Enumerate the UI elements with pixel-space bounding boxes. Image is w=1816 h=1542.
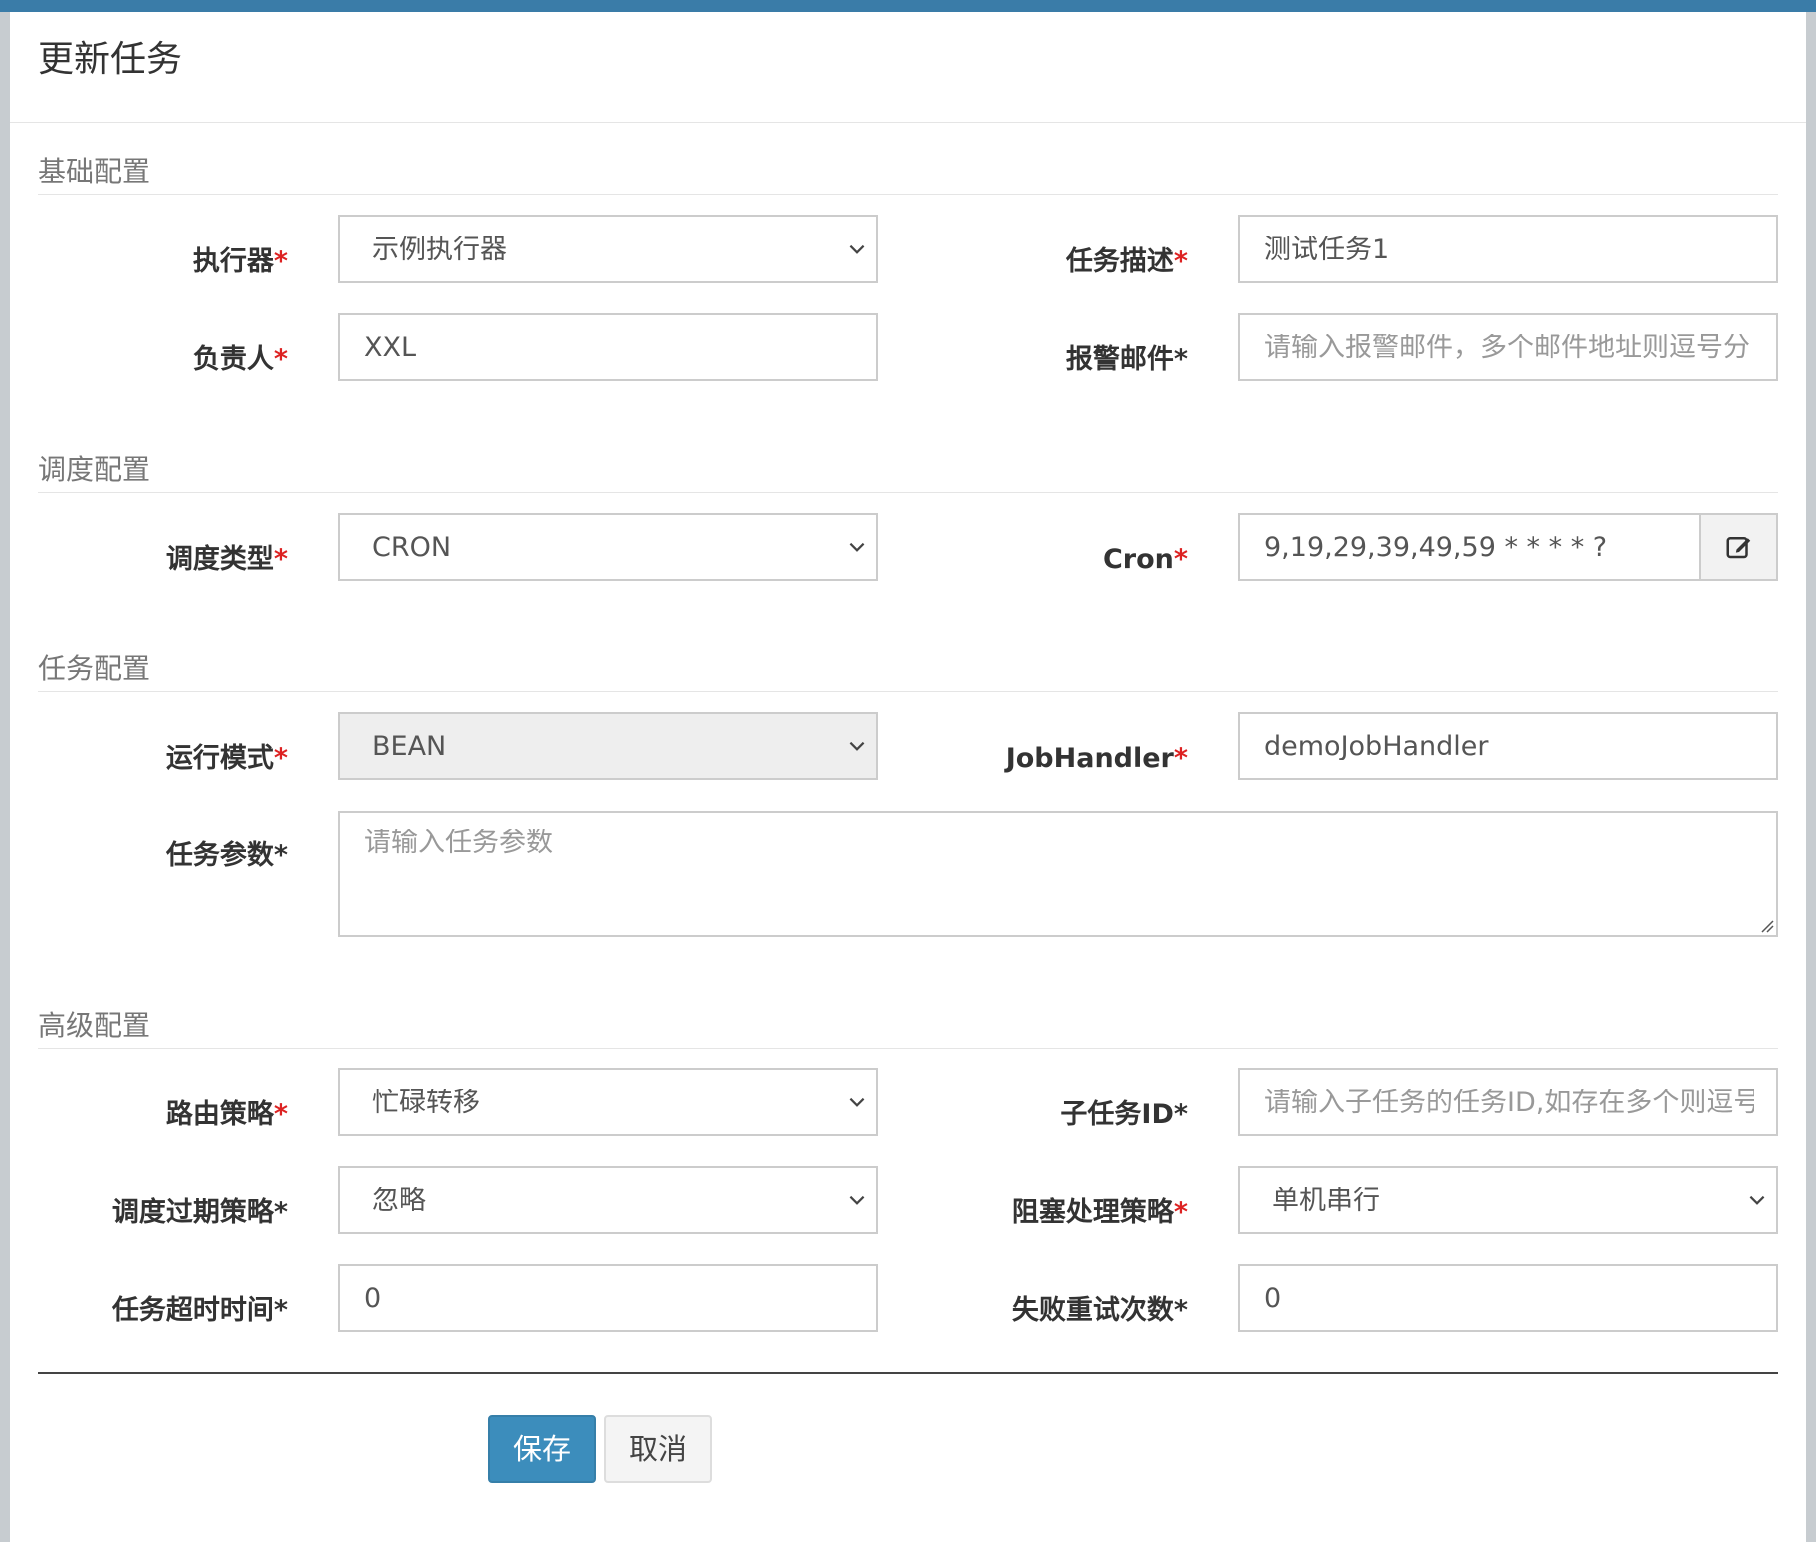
job-handler-value: demoJobHandler (1264, 732, 1489, 760)
author-value: XXL (364, 333, 417, 361)
route-strategy-value: 忙碌转移 (372, 1088, 480, 1116)
author-label: 负责人* (192, 344, 288, 375)
section-schedule-config: 调度配置 (38, 456, 1778, 493)
executor-select-value: 示例执行器 (372, 235, 507, 263)
job-handler-input[interactable]: demoJobHandler (1238, 712, 1778, 780)
background-page-right (1806, 12, 1816, 1542)
block-strategy-select[interactable]: 单机串行 (1238, 1166, 1778, 1234)
timeout-label: 任务超时时间* (111, 1295, 288, 1326)
section-advanced-config: 高级配置 (38, 1012, 1778, 1049)
alarm-email-label: 报警邮件* (1065, 344, 1188, 375)
child-job-id-label: 子任务ID* (1060, 1099, 1188, 1130)
run-mode-select[interactable]: BEAN (338, 712, 878, 780)
cron-edit-button[interactable] (1699, 513, 1778, 581)
update-task-modal: 更新任务 基础配置 执行器* 示例执行器 任务描述* 测试任务1 负责人* XX… (10, 12, 1806, 1542)
chevron-down-icon (849, 244, 865, 254)
alarm-email-input[interactable]: 请输入报警邮件，多个邮件地址则逗号分 (1238, 313, 1778, 381)
run-mode-value: BEAN (372, 732, 447, 760)
timeout-input[interactable]: 0 (338, 1264, 878, 1332)
job-desc-input[interactable]: 测试任务1 (1238, 215, 1778, 283)
footer-divider (38, 1372, 1778, 1374)
run-mode-label: 运行模式* (165, 743, 288, 774)
section-basic-config: 基础配置 (38, 158, 1778, 195)
chevron-down-icon (849, 542, 865, 552)
job-desc-label: 任务描述* (1065, 246, 1188, 277)
schedule-type-value: CRON (372, 533, 452, 561)
app-top-bar (0, 0, 1816, 12)
job-handler-label: JobHandler* (1005, 743, 1188, 774)
job-param-placeholder: 请输入任务参数 (364, 829, 553, 856)
section-task-config: 任务配置 (38, 655, 1778, 692)
chevron-down-icon (849, 1195, 865, 1205)
block-strategy-value: 单机串行 (1272, 1186, 1380, 1214)
block-strategy-label: 阻塞处理策略* (1011, 1197, 1188, 1228)
cancel-button[interactable]: 取消 (604, 1415, 712, 1483)
child-job-id-input[interactable]: 请输入子任务的任务ID,如存在多个则逗号分隔 (1238, 1068, 1778, 1136)
author-input[interactable]: XXL (338, 313, 878, 381)
alarm-email-placeholder: 请输入报警邮件，多个邮件地址则逗号分 (1264, 333, 1750, 361)
chevron-down-icon (849, 741, 865, 751)
route-strategy-label: 路由策略* (165, 1099, 288, 1130)
modal-title: 更新任务 (38, 39, 183, 80)
schedule-type-select[interactable]: CRON (338, 513, 878, 581)
fail-retry-label: 失败重试次数* (1011, 1295, 1188, 1326)
cron-input[interactable]: 9,19,29,39,49,59 * * * * ? (1238, 513, 1701, 581)
cron-value: 9,19,29,39,49,59 * * * * ? (1264, 533, 1608, 561)
misfire-strategy-select[interactable]: 忽略 (338, 1166, 878, 1234)
resize-handle-icon[interactable] (1758, 917, 1774, 933)
child-job-id-placeholder: 请输入子任务的任务ID,如存在多个则逗号分隔 (1264, 1088, 1754, 1116)
edit-icon (1726, 537, 1750, 559)
save-button[interactable]: 保存 (488, 1415, 596, 1483)
route-strategy-select[interactable]: 忙碌转移 (338, 1068, 878, 1136)
fail-retry-value: 0 (1264, 1284, 1282, 1312)
cron-label: Cron* (1102, 544, 1188, 575)
misfire-strategy-label: 调度过期策略* (111, 1197, 288, 1228)
schedule-type-label: 调度类型* (165, 544, 288, 575)
executor-label: 执行器* (192, 246, 288, 277)
chevron-down-icon (1749, 1195, 1765, 1205)
job-desc-value: 测试任务1 (1264, 235, 1390, 263)
job-param-textarea[interactable]: 请输入任务参数 (338, 811, 1778, 937)
job-param-label: 任务参数* (165, 840, 288, 871)
chevron-down-icon (849, 1097, 865, 1107)
background-page-left (0, 12, 10, 1542)
misfire-strategy-value: 忽略 (372, 1186, 426, 1214)
executor-select[interactable]: 示例执行器 (338, 215, 878, 283)
fail-retry-input[interactable]: 0 (1238, 1264, 1778, 1332)
timeout-value: 0 (364, 1284, 382, 1312)
modal-header: 更新任务 (10, 12, 1806, 123)
